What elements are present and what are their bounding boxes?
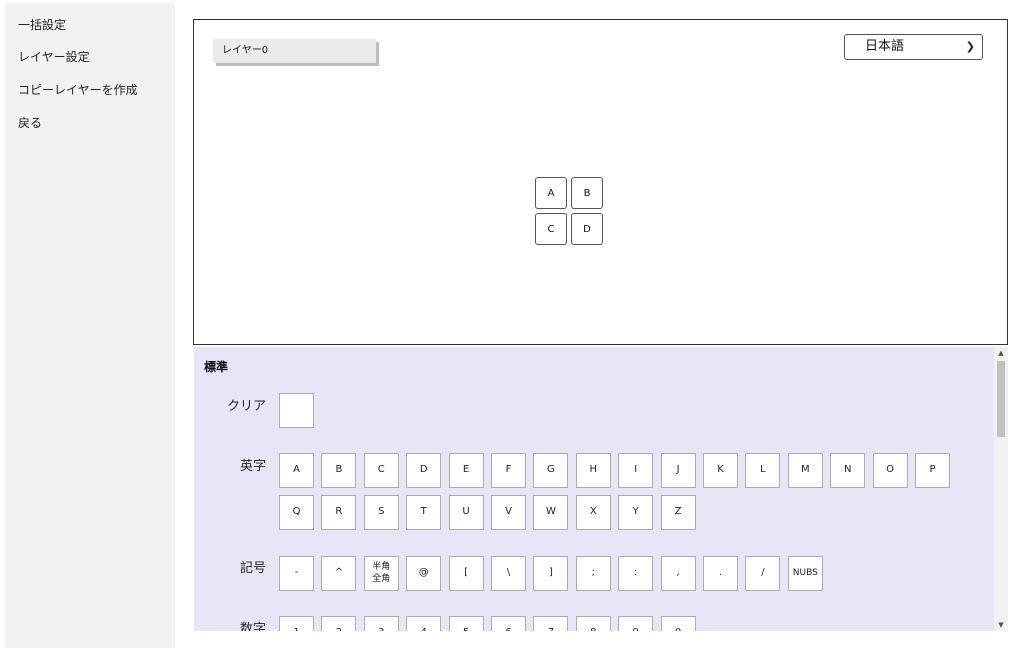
symbol-key[interactable]: NUBS [787,556,823,591]
alpha-key[interactable]: C [363,453,399,488]
alpha-key[interactable]: O [872,453,908,488]
preview-key-b[interactable]: B [571,177,603,209]
alpha-key[interactable]: F [491,453,526,488]
alpha-key[interactable]: V [491,495,526,530]
symbol-key[interactable]: , [660,556,696,591]
symbol-key[interactable]: [ [448,556,484,591]
language-select[interactable]: 日本語 ❯ [844,34,983,60]
scroll-down-icon[interactable]: ▼ [994,619,1008,631]
number-key[interactable]: 7 [533,616,569,631]
clear-key[interactable] [279,393,314,428]
symbol-key[interactable]: @ [406,556,442,591]
alpha-key[interactable]: R [321,495,357,530]
symbol-key[interactable]: / [745,556,781,591]
row-label-alpha: 英字 [239,459,266,474]
row-label-symbols: 記号 [239,561,266,576]
number-key[interactable]: 3 [363,616,399,631]
number-key[interactable]: 8 [575,616,611,631]
symbol-key[interactable]: ] [533,556,569,591]
language-select-value: 日本語 [865,39,905,54]
alpha-key[interactable]: U [448,495,484,530]
symbol-key[interactable]: ^ [321,556,357,591]
number-key[interactable]: 6 [491,616,526,631]
layer-tab[interactable]: レイヤー0 [213,39,376,63]
alpha-key[interactable]: X [575,495,611,530]
scroll-thumb[interactable] [997,361,1005,437]
alpha-key[interactable]: W [533,495,569,530]
section-title-standard: 標準 [204,360,229,374]
alpha-key[interactable]: T [406,495,442,530]
layer-preview-panel: レイヤー0 日本語 ❯ A B C D [193,19,1008,345]
alpha-key[interactable]: N [830,453,866,488]
alpha-key[interactable]: K [703,453,738,488]
number-key[interactable]: 9 [618,616,654,631]
symbol-key[interactable]: ; [575,556,611,591]
preview-key-c[interactable]: C [535,213,567,245]
sidebar-item-bulk-settings[interactable]: 一括設定 [18,16,66,33]
alpha-key[interactable]: M [787,453,823,488]
alpha-key[interactable]: Q [279,495,314,530]
sidebar-item-layer-settings[interactable]: レイヤー設定 [18,48,90,65]
number-key[interactable]: 0 [660,616,696,631]
alpha-key[interactable]: S [363,495,399,530]
preview-key-a[interactable]: A [535,177,567,209]
alpha-key[interactable]: L [745,453,781,488]
scroll-up-icon[interactable]: ▲ [994,347,1008,359]
symbol-key[interactable]: \ [491,556,526,591]
alpha-key[interactable]: B [321,453,357,488]
sidebar-item-back[interactable]: 戻る [18,114,42,131]
alpha-key[interactable]: A [279,453,314,488]
sidebar: 一括設定 レイヤー設定 コピーレイヤーを作成 戻る [5,3,175,648]
symbol-key[interactable]: - [279,556,314,591]
alpha-key[interactable]: J [660,453,696,488]
number-key[interactable]: 2 [321,616,357,631]
chevron-down-icon: ❯ [965,40,975,53]
number-key[interactable]: 5 [448,616,484,631]
alpha-key[interactable]: Y [618,495,654,530]
symbol-key[interactable]: . [703,556,738,591]
row-label-clear: クリア [226,399,266,414]
row-label-numbers: 数字 [239,622,266,631]
alpha-key[interactable]: E [448,453,484,488]
number-key[interactable]: 1 [279,616,314,631]
number-key[interactable]: 4 [406,616,442,631]
alpha-key[interactable]: D [406,453,442,488]
key-palette: 標準 クリア 英字 記号 数字 ABCDEFGHIJKLMNOP QRSTUVWX… [194,347,1008,631]
alpha-key[interactable]: G [533,453,569,488]
alpha-key[interactable]: Z [660,495,696,530]
preview-key-d[interactable]: D [571,213,603,245]
alpha-key[interactable]: P [915,453,950,488]
symbol-key[interactable]: 半角 全角 [363,556,399,591]
sidebar-item-create-copy-layer[interactable]: コピーレイヤーを作成 [18,81,138,98]
symbol-key[interactable]: : [618,556,654,591]
palette-scrollbar[interactable]: ▲ ▼ [994,347,1008,631]
alpha-key[interactable]: I [618,453,654,488]
alpha-key[interactable]: H [575,453,611,488]
